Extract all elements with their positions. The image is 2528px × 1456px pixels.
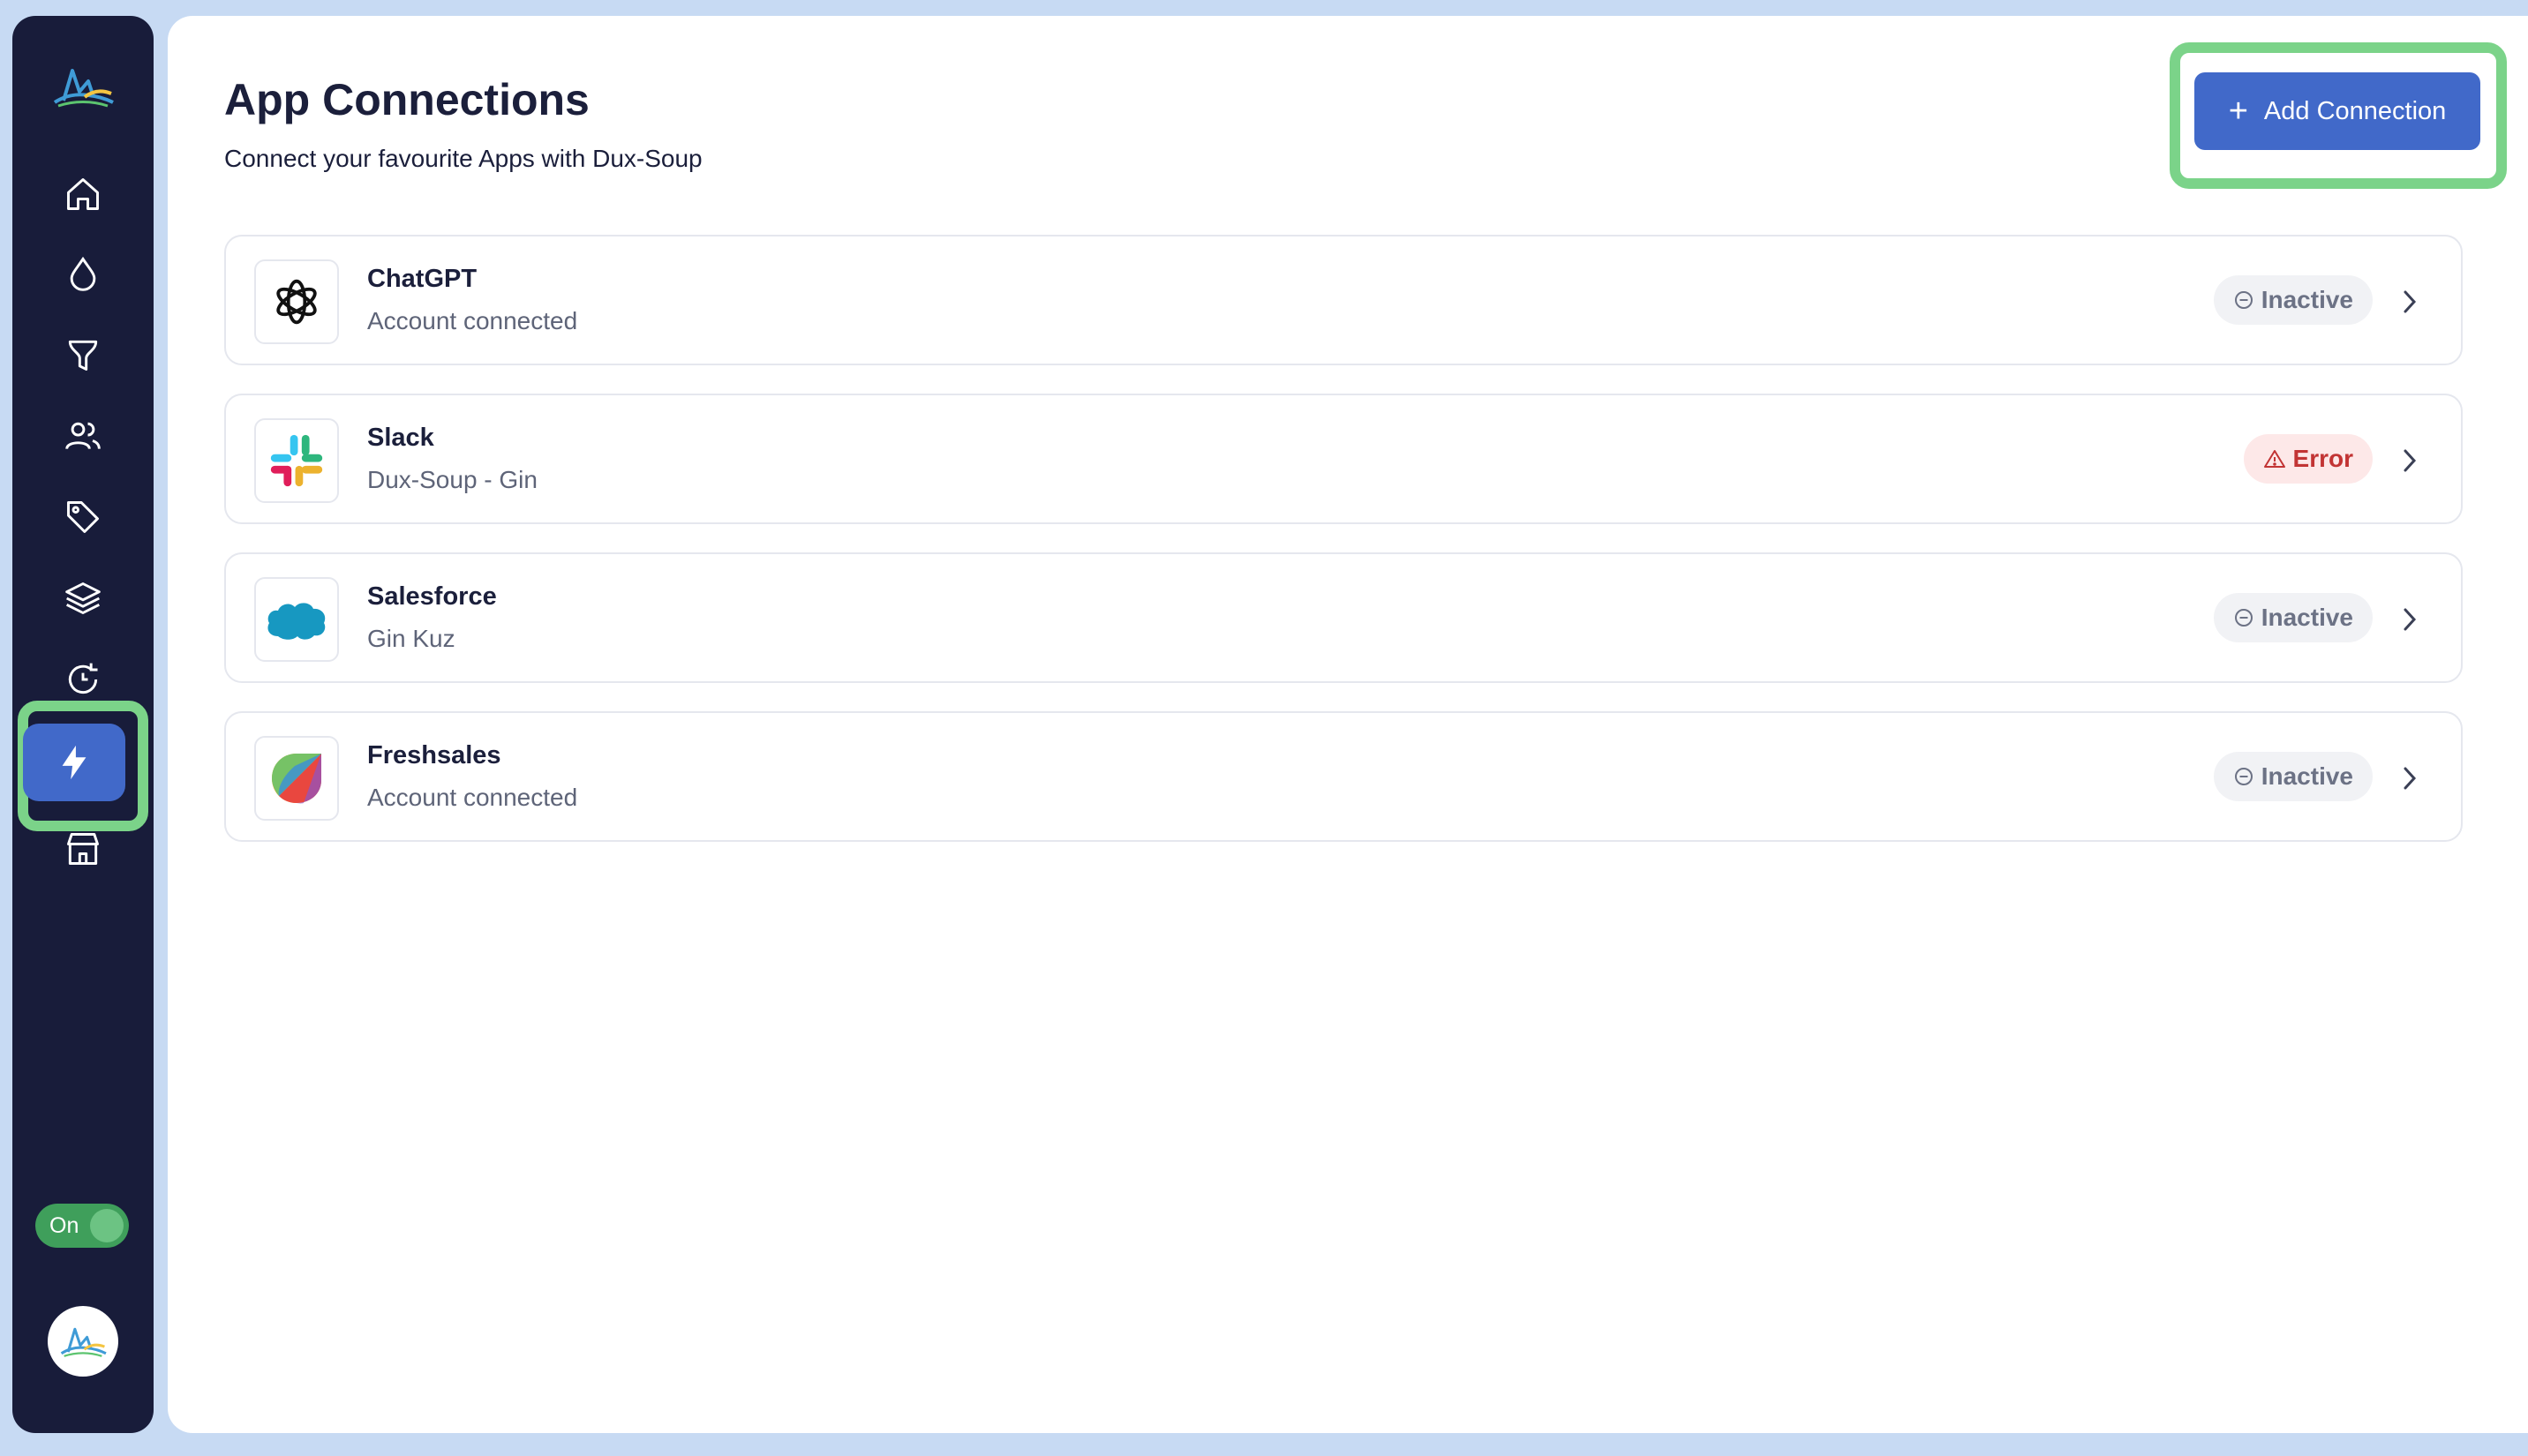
salesforce-logo-icon <box>254 577 339 662</box>
add-connection-label: Add Connection <box>2263 96 2447 125</box>
connection-name: Slack <box>367 424 434 452</box>
page-subtitle: Connect your favourite Apps with Dux-Sou… <box>224 145 703 172</box>
plus-icon: + <box>2228 93 2248 130</box>
status-badge: Inactive <box>2213 593 2373 642</box>
tag-icon[interactable] <box>62 496 104 538</box>
minus-circle-icon <box>2234 768 2253 785</box>
minus-circle-icon <box>2234 609 2253 627</box>
store-icon[interactable] <box>62 828 104 870</box>
connection-name: Salesforce <box>367 582 497 611</box>
freshsales-logo-icon <box>254 736 339 821</box>
page-title: App Connections <box>224 75 590 124</box>
users-icon[interactable] <box>62 415 104 457</box>
connection-card-chatgpt[interactable]: ChatGPT Account connected Inactive <box>224 235 2463 365</box>
chevron-right-icon[interactable] <box>2394 443 2426 478</box>
status-badge: Inactive <box>2213 752 2373 801</box>
home-icon[interactable] <box>62 173 104 215</box>
minus-circle-icon <box>2234 291 2253 309</box>
status-badge: Error <box>2243 434 2373 484</box>
connection-detail: Account connected <box>367 784 578 811</box>
connection-name: ChatGPT <box>367 265 478 293</box>
layers-icon[interactable] <box>62 577 104 619</box>
chevron-right-icon[interactable] <box>2394 761 2426 796</box>
connection-card-salesforce[interactable]: Salesforce Gin Kuz Inactive <box>224 552 2463 683</box>
chevron-right-icon[interactable] <box>2394 602 2426 637</box>
connection-card-slack[interactable]: Slack Dux-Soup - Gin Error <box>224 394 2463 524</box>
connection-detail: Dux-Soup - Gin <box>367 466 538 493</box>
warning-icon <box>2263 450 2285 468</box>
toggle-knob <box>90 1209 124 1242</box>
main-panel: App Connections Connect your favourite A… <box>168 16 2528 1433</box>
add-connection-button[interactable]: + Add Connection <box>2194 72 2480 150</box>
connection-name: Freshsales <box>367 741 501 769</box>
history-icon[interactable] <box>62 658 104 701</box>
connection-detail: Account connected <box>367 307 578 334</box>
sidebar-item-connections[interactable] <box>23 724 125 801</box>
connection-card-freshsales[interactable]: Freshsales Account connected Inactive <box>224 711 2463 842</box>
chevron-right-icon[interactable] <box>2394 284 2426 319</box>
lightning-icon <box>62 745 87 780</box>
chatgpt-logo-icon <box>254 259 339 344</box>
connection-detail: Gin Kuz <box>367 625 455 652</box>
avatar[interactable] <box>48 1306 118 1377</box>
drop-icon[interactable] <box>62 252 104 295</box>
status-badge: Inactive <box>2213 275 2373 325</box>
toggle-label: On <box>49 1212 79 1238</box>
dux-soup-logo[interactable] <box>49 60 117 113</box>
slack-logo-icon <box>254 418 339 503</box>
active-toggle[interactable]: On <box>35 1204 129 1248</box>
funnel-icon[interactable] <box>62 334 104 376</box>
